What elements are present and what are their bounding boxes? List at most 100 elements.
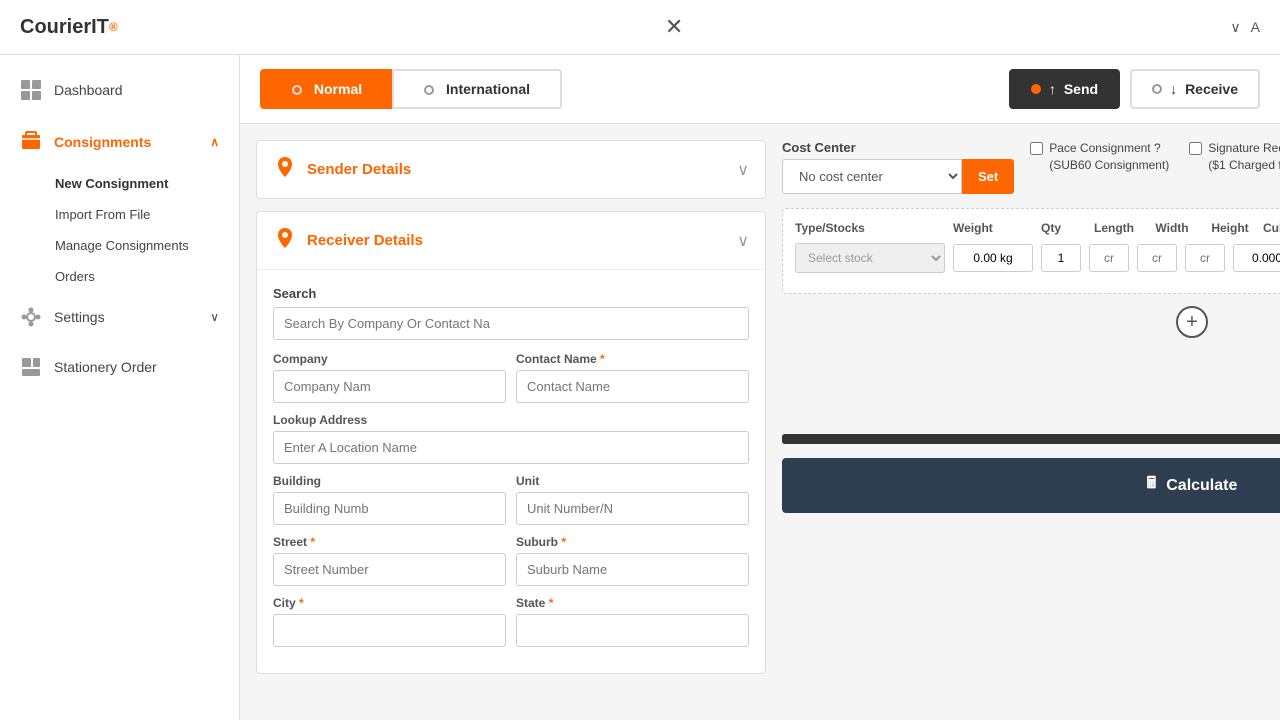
receiver-icon — [273, 226, 297, 255]
sidebar-item-dashboard[interactable]: Dashboard — [0, 65, 239, 115]
normal-radio-dot — [292, 85, 302, 95]
checkbox-options: Pace Consignment ? (SUB60 Consignment) S… — [1030, 140, 1280, 174]
main-layout: Dashboard Consignments ∧ New Consignment… — [0, 55, 1280, 720]
settings-label: Settings — [54, 309, 105, 325]
col-header-qty: Qty — [1041, 221, 1081, 235]
city-input[interactable] — [273, 614, 506, 647]
receiver-details-accordion: Receiver Details ∨ Search Company — [256, 211, 766, 674]
suburb-input[interactable] — [516, 553, 749, 586]
summary-section: 1 Package Total Actual Weight 0.00 kg — [782, 352, 1280, 422]
tab-international[interactable]: International — [392, 69, 562, 109]
company-input[interactable] — [273, 370, 506, 403]
sidebar-item-import-from-file[interactable]: Import From File — [55, 199, 239, 230]
top-right-user: ∨ A — [1230, 19, 1260, 36]
state-required: * — [549, 596, 554, 610]
city-label: City * — [273, 596, 506, 610]
street-input[interactable] — [273, 553, 506, 586]
sidebar-consignments-toggle[interactable]: Consignments ∧ — [0, 115, 239, 168]
search-input[interactable] — [273, 307, 749, 340]
height-input[interactable] — [1185, 244, 1225, 272]
logo: CourierIT® — [20, 16, 118, 39]
cost-center-select[interactable]: No cost center — [782, 159, 962, 194]
state-label: State * — [516, 596, 749, 610]
state-input[interactable] — [516, 614, 749, 647]
receive-button[interactable]: ↓ Receive — [1130, 69, 1260, 109]
col-header-cubic: Cubic M. — [1263, 221, 1280, 235]
search-label: Search — [273, 286, 749, 301]
unit-input[interactable] — [516, 492, 749, 525]
receiver-details-header[interactable]: Receiver Details ∨ — [257, 212, 765, 269]
content-area: Normal International ↑ Send ↓ Receive — [240, 55, 1280, 720]
user-initial: A — [1251, 19, 1260, 35]
sender-details-header[interactable]: Sender Details ∨ — [257, 141, 765, 198]
street-label: Street * — [273, 535, 506, 549]
tab-normal[interactable]: Normal — [260, 69, 392, 109]
signature-required-group: Signature Required ? ($1 Charged for eac… — [1189, 140, 1280, 174]
shipment-type-tabs: Normal International — [260, 69, 562, 109]
send-button[interactable]: ↑ Send — [1009, 69, 1120, 109]
state-group: State * — [516, 596, 749, 647]
settings-icon — [20, 306, 42, 328]
sender-icon — [273, 155, 297, 184]
receive-radio-dot — [1152, 84, 1162, 94]
stock-table-header: Type/Stocks Weight Qty Length Width Heig… — [795, 221, 1280, 235]
street-suburb-row: Street * Suburb * — [273, 535, 749, 586]
pace-checkbox[interactable] — [1030, 142, 1043, 155]
building-unit-row: Building Unit — [273, 474, 749, 525]
receiver-form-body: Search Company Contact Name — [257, 269, 765, 673]
close-button[interactable]: ✕ — [665, 14, 683, 40]
lookup-group: Lookup Address — [273, 413, 749, 464]
cost-center-input-row: No cost center Set — [782, 159, 1014, 194]
consignments-submenu: New Consignment Import From File Manage … — [0, 168, 239, 292]
sidebar-item-manage-consignments[interactable]: Manage Consignments — [55, 230, 239, 261]
receiver-title: Receiver Details — [307, 232, 727, 249]
cubic-input[interactable] — [1233, 244, 1280, 272]
sidebar-item-settings[interactable]: Settings ∨ — [0, 292, 239, 342]
add-package-section: + — [782, 306, 1280, 338]
add-package-button[interactable]: + — [1176, 306, 1208, 338]
signature-checkbox[interactable] — [1189, 142, 1202, 155]
col-header-weight: Weight — [953, 221, 1033, 235]
sidebar-item-orders[interactable]: Orders — [55, 261, 239, 292]
contact-label: Contact Name * — [516, 352, 749, 366]
sidebar-item-stationery-order[interactable]: Stationery Order — [0, 342, 239, 392]
qty-input[interactable] — [1041, 244, 1081, 272]
left-panel: Sender Details ∨ Receiver Details — [256, 140, 766, 686]
suburb-group: Suburb * — [516, 535, 749, 586]
building-input[interactable] — [273, 492, 506, 525]
lookup-label: Lookup Address — [273, 413, 749, 427]
col-header-type: Type/Stocks — [795, 221, 945, 235]
progress-bar — [782, 434, 1280, 444]
stock-row: Select stock 💾 — [795, 243, 1280, 273]
receive-arrow-icon: ↓ — [1170, 81, 1177, 97]
sidebar-item-new-consignment[interactable]: New Consignment — [55, 168, 239, 199]
building-label: Building — [273, 474, 506, 488]
company-contact-row: Company Contact Name * — [273, 352, 749, 403]
street-required: * — [310, 535, 315, 549]
width-input[interactable] — [1137, 244, 1177, 272]
stock-table-container: Type/Stocks Weight Qty Length Width Heig… — [782, 208, 1280, 294]
sidebar: Dashboard Consignments ∧ New Consignment… — [0, 55, 240, 720]
weight-input[interactable] — [953, 244, 1033, 272]
cost-center-row: Cost Center No cost center Set P — [782, 140, 1280, 194]
settings-chevron: ∨ — [210, 310, 219, 324]
city-required: * — [299, 596, 304, 610]
suburb-required: * — [561, 535, 566, 549]
length-input[interactable] — [1089, 244, 1129, 272]
consignments-label: Consignments — [54, 134, 151, 150]
calculate-button[interactable]: 🖩 Calculate — [782, 458, 1280, 513]
international-radio-dot — [424, 85, 434, 95]
lookup-input[interactable] — [273, 431, 749, 464]
stock-type-select[interactable]: Select stock — [795, 243, 945, 273]
contact-input[interactable] — [516, 370, 749, 403]
contact-group: Contact Name * — [516, 352, 749, 403]
pace-text: Pace Consignment ? (SUB60 Consignment) — [1049, 140, 1169, 174]
col-header-width: Width — [1147, 221, 1197, 235]
set-button[interactable]: Set — [962, 159, 1014, 194]
top-bar: CourierIT® ✕ ∨ A — [0, 0, 1280, 55]
consignments-icon — [20, 129, 42, 154]
dashboard-icon — [20, 79, 42, 101]
type-tabs-bar: Normal International ↑ Send ↓ Receive — [240, 55, 1280, 124]
city-group: City * — [273, 596, 506, 647]
search-section: Search — [273, 286, 749, 340]
